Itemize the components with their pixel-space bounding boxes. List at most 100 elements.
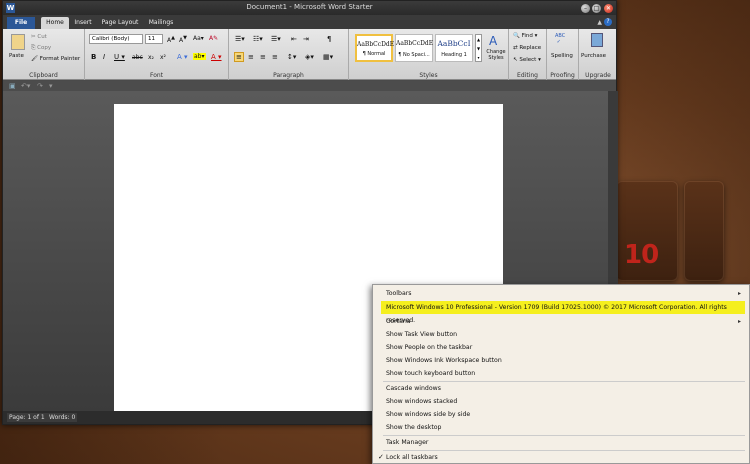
align-center-button[interactable]: ≡ — [248, 53, 254, 61]
minimize-button[interactable]: – — [581, 4, 590, 13]
tab-home[interactable]: Home — [41, 17, 69, 29]
clear-format-button[interactable]: A✎ — [209, 35, 218, 42]
tab-insert[interactable]: Insert — [71, 17, 95, 29]
select-button[interactable]: ↖ Select ▾ — [513, 57, 541, 63]
menu-item-stacked[interactable]: Show windows stacked — [386, 395, 745, 408]
ribbon: Paste ✂ Cut ⎘ Copy 🖌 Format Painter Clip… — [3, 29, 616, 80]
bold-button[interactable]: B — [91, 53, 96, 61]
paragraph-group: ☰▾ ☷▾ ☰▾ ⇤ ⇥ ¶ ≡ ≡ ≡ ≡ ↕▾ ◈▾ ▦▾ Paragrap… — [229, 29, 349, 80]
shading-button[interactable]: ◈▾ — [305, 53, 314, 61]
style-heading-1[interactable]: AaBbCcI Heading 1 — [435, 34, 473, 62]
increase-indent-button[interactable]: ⇥ — [303, 35, 309, 43]
ribbon-collapse-icon[interactable]: ▲ — [597, 19, 602, 26]
multilevel-list-button[interactable]: ☰▾ — [271, 35, 281, 43]
menu-item-task-manager[interactable]: Task Manager — [386, 436, 745, 449]
underline-button[interactable]: U ▾ — [114, 53, 125, 61]
paragraph-group-label: Paragraph — [273, 72, 304, 79]
word-count[interactable]: Words: 0 — [47, 413, 78, 422]
style-no-spacing[interactable]: AaBbCcDdE ¶ No Spaci... — [395, 34, 433, 62]
checkmark-icon: ✓ — [378, 453, 384, 461]
menu-item-toolbars[interactable]: Toolbars ▸ — [386, 287, 745, 300]
menu-item-task-view[interactable]: Show Task View button — [386, 328, 745, 341]
styles-scroll[interactable]: ▲ ▼ ▾ — [475, 34, 482, 62]
menu-item-show-desktop[interactable]: Show the desktop — [386, 421, 745, 434]
cut-button[interactable]: ✂ Cut — [31, 34, 47, 40]
text-effects-button[interactable]: A ▾ — [177, 53, 188, 61]
purchase-button[interactable]: Purchase — [581, 53, 606, 59]
font-color-button[interactable]: A ▾ — [211, 53, 222, 61]
menu-item-ink-workspace[interactable]: Show Windows Ink Workspace button — [386, 354, 745, 367]
replace-label: Replace — [519, 45, 542, 51]
quick-access-toolbar: ▣ ↶▾ ↷ ▾ — [3, 81, 616, 91]
tab-mailings[interactable]: Mailings — [145, 17, 177, 29]
menu-item-label: Lock all taskbars — [386, 454, 438, 461]
strikethrough-button[interactable]: abc — [132, 54, 143, 61]
paste-button[interactable]: Paste — [9, 53, 24, 59]
find-button[interactable]: 🔍 Find ▾ — [513, 33, 537, 39]
font-size-select[interactable]: 11 — [145, 34, 163, 44]
highlight-button[interactable]: ab▾ — [193, 53, 206, 60]
help-icon[interactable]: ? — [604, 18, 612, 26]
numbering-button[interactable]: ☷▾ — [253, 35, 263, 43]
styles-group-label: Styles — [419, 72, 438, 79]
page-count[interactable]: Page: 1 of 1 — [7, 413, 47, 422]
shrink-font-button[interactable]: A▼ — [179, 35, 187, 44]
ribbon-tabs: File Home Insert Page Layout Mailings ▲ … — [3, 15, 616, 29]
window-title: Document1 - Microsoft Word Starter — [246, 3, 373, 11]
proofing-group-label: Proofing — [550, 72, 575, 79]
upgrade-group-label: Upgrade — [585, 72, 611, 79]
save-icon[interactable]: ▣ — [9, 82, 16, 90]
menu-item-cortana[interactable]: Cortana ▸ — [386, 315, 745, 328]
menu-item-touch-keyboard[interactable]: Show touch keyboard button — [386, 367, 745, 380]
desktop-logo-tile-right — [684, 181, 724, 281]
italic-button[interactable]: I — [103, 53, 105, 61]
menu-item-side-by-side[interactable]: Show windows side by side — [386, 408, 745, 421]
change-styles-icon[interactable]: A — [489, 34, 497, 48]
align-left-button[interactable]: ≡ — [234, 52, 244, 62]
find-label: Find — [521, 33, 533, 39]
spelling-button[interactable]: Spelling — [551, 53, 573, 59]
show-formatting-button[interactable]: ¶ — [327, 35, 331, 43]
paste-icon[interactable] — [11, 34, 25, 50]
font-family-select[interactable]: Calibri (Body) — [89, 34, 143, 44]
grow-font-button[interactable]: A▲ — [167, 35, 175, 44]
styles-group: AaBbCcDdE ¶ Normal AaBbCcDdE ¶ No Spaci.… — [349, 29, 509, 80]
justify-button[interactable]: ≡ — [272, 53, 278, 61]
format-painter-label: Format Painter — [39, 56, 81, 62]
spelling-icon[interactable]: ABC ✓ — [555, 33, 565, 45]
clipboard-group-label: Clipboard — [29, 72, 58, 79]
menu-item-lock-taskbars[interactable]: ✓ Lock all taskbars — [378, 451, 745, 464]
align-right-button[interactable]: ≡ — [260, 53, 266, 61]
tab-page-layout[interactable]: Page Layout — [99, 17, 141, 29]
bullets-button[interactable]: ☰▾ — [235, 35, 245, 43]
change-styles-button[interactable]: Change Styles — [485, 49, 507, 61]
desktop-logo-text: 10 — [624, 240, 659, 270]
menu-item-cascade[interactable]: Cascade windows — [386, 382, 745, 395]
maximize-button[interactable]: □ — [592, 4, 601, 13]
tab-file[interactable]: File — [7, 17, 35, 29]
chevron-right-icon: ▸ — [737, 290, 741, 297]
decrease-indent-button[interactable]: ⇤ — [291, 35, 297, 43]
copy-button[interactable]: ⎘ Copy — [31, 45, 51, 52]
font-group-label: Font — [149, 72, 164, 79]
customize-toolbar-icon[interactable]: ▾ — [49, 82, 53, 90]
change-case-button[interactable]: Aa▾ — [193, 35, 204, 42]
menu-item-people[interactable]: Show People on the taskbar — [386, 341, 745, 354]
undo-icon[interactable]: ↶▾ — [21, 82, 30, 90]
style-sample: AaBbCcI — [437, 39, 471, 48]
redo-icon[interactable]: ↷ — [37, 82, 43, 90]
style-name: ¶ Normal — [362, 51, 386, 57]
format-painter-button[interactable]: 🖌 Format Painter — [31, 56, 80, 62]
style-name: ¶ No Spaci... — [398, 52, 430, 58]
purchase-icon[interactable] — [591, 33, 603, 47]
line-spacing-button[interactable]: ↕▾ — [287, 53, 296, 61]
close-button[interactable]: ✕ — [604, 4, 613, 13]
subscript-button[interactable]: x₂ — [148, 54, 154, 61]
clipboard-group: Paste ✂ Cut ⎘ Copy 🖌 Format Painter Clip… — [3, 29, 85, 80]
taskbar-context-menu: Toolbars ▸ Microsoft Windows 10 Professi… — [372, 284, 750, 464]
borders-button[interactable]: ▦▾ — [323, 53, 333, 61]
superscript-button[interactable]: x² — [160, 54, 166, 61]
style-normal[interactable]: AaBbCcDdE ¶ Normal — [355, 34, 395, 62]
style-sample: AaBbCcDdE — [357, 41, 395, 48]
replace-button[interactable]: ⇄ Replace — [513, 45, 541, 51]
